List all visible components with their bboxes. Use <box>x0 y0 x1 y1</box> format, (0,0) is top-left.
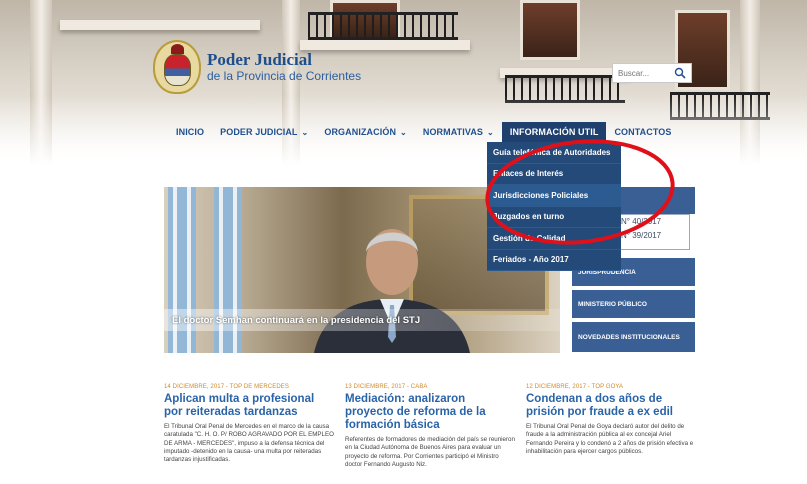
news-excerpt: El Tribunal Oral Penal de Goya declaró a… <box>526 423 694 455</box>
news-item: 13 DICIEMBRE, 2017 - CABA Mediación: ana… <box>345 384 515 469</box>
chevron-down-icon: ⌄ <box>487 127 494 137</box>
news-meta: 12 DICIEMBRE, 2017 - TOP GOYA <box>526 384 624 390</box>
search-icon[interactable] <box>674 67 686 79</box>
province-seal-icon <box>153 40 201 94</box>
person-photo <box>314 229 470 353</box>
nav-item-inicio[interactable]: INICIO <box>168 122 212 142</box>
news-excerpt: Referentes de formadores de mediación de… <box>345 436 515 468</box>
page: Poder Judicial de la Provincia de Corrie… <box>0 0 807 484</box>
sidebar-item-novedades-institucionales[interactable]: NOVEDADES INSTITUCIONALES <box>572 322 695 352</box>
main-navigation: INICIO PODER JUDICIAL ⌄ ORGANIZACIÓN ⌄ NOR… <box>168 122 680 142</box>
nav-item-informacion-util[interactable]: INFORMACIÓN UTIL <box>501 122 607 142</box>
search-box <box>612 63 692 83</box>
news-title-link[interactable]: Condenan a dos años de prisión por fraud… <box>526 393 696 419</box>
news-title-link[interactable]: Aplican multa a profesional por reiterad… <box>164 393 334 419</box>
informacion-util-dropdown: Guía telefónica de Autoridades Enlaces d… <box>487 142 621 271</box>
sidebar-item-ministerio-publico[interactable]: MINISTERIO PÚBLICO <box>572 290 695 318</box>
chevron-down-icon: ⌄ <box>400 127 407 137</box>
dropdown-item-juzgados-en-turno[interactable]: Juzgados en turno <box>487 207 621 228</box>
site-logo[interactable]: Poder Judicial de la Provincia de Corrie… <box>153 40 361 94</box>
dropdown-item-gestion-calidad[interactable]: Gestión de Calidad <box>487 228 621 250</box>
logo-subtitle: de la Provincia de Corrientes <box>207 69 362 83</box>
dropdown-item-guia-telefonica[interactable]: Guía telefónica de Autoridades <box>487 142 621 164</box>
news-item: 12 DICIEMBRE, 2017 - TOP GOYA Condenan a… <box>526 384 696 456</box>
news-meta: 13 DICIEMBRE, 2017 - CABA <box>345 384 428 390</box>
news-title-link[interactable]: Mediación: analizaron proyecto de reform… <box>345 393 515 432</box>
nav-item-contactos[interactable]: CONTACTOS <box>606 122 679 142</box>
news-item: 14 DICIEMBRE, 2017 - TOP DE MERCEDES Apl… <box>164 384 334 464</box>
chevron-down-icon: ⌄ <box>301 127 309 137</box>
nav-item-normativas[interactable]: NORMATIVAS ⌄ <box>415 122 502 142</box>
logo-title: Poder Judicial <box>207 50 312 69</box>
nav-item-poder-judicial[interactable]: PODER JUDICIAL ⌄ <box>212 122 316 142</box>
dropdown-item-enlaces[interactable]: Enlaces de Interés <box>487 164 621 185</box>
slider-caption[interactable]: El doctor Semhan continuará en la presid… <box>172 315 420 326</box>
nav-item-organizacion[interactable]: ORGANIZACIÓN ⌄ <box>316 122 415 142</box>
news-excerpt: El Tribunal Oral Penal de Mercedes en el… <box>164 423 334 464</box>
dropdown-item-jurisdicciones-policiales[interactable]: Jurisdicciones Policiales <box>487 185 621 207</box>
dropdown-item-feriados[interactable]: Feriados - Año 2017 <box>487 250 621 271</box>
search-input[interactable] <box>618 68 674 78</box>
news-meta: 14 DICIEMBRE, 2017 - TOP DE MERCEDES <box>164 384 289 390</box>
